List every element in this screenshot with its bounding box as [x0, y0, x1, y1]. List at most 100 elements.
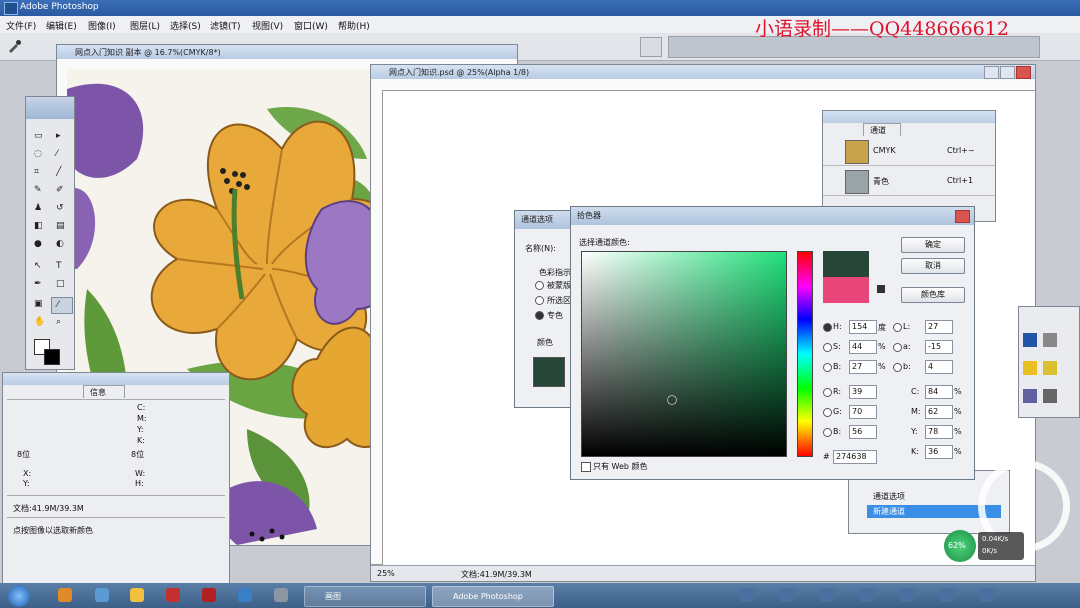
start-button-icon[interactable]	[8, 585, 30, 607]
hand-tool-icon[interactable]: ✋	[29, 315, 49, 330]
radio-blue[interactable]	[823, 428, 832, 437]
move-tool-icon[interactable]: ▸	[51, 129, 71, 144]
radio-b[interactable]	[823, 363, 832, 372]
slice-tool-icon[interactable]: ╱	[51, 165, 71, 180]
zoom-level[interactable]: 25%	[377, 569, 395, 578]
color-cursor[interactable]	[667, 395, 677, 405]
radio-s[interactable]	[823, 343, 832, 352]
current-color-swatch[interactable]	[823, 277, 869, 303]
taskbar-task-paint[interactable]: 画图	[304, 586, 426, 607]
s-field[interactable]: 44	[849, 340, 877, 354]
h-field[interactable]: 154	[849, 320, 877, 334]
c-field[interactable]: 84	[925, 385, 953, 399]
radio-r[interactable]	[823, 388, 832, 397]
gradient-tool-icon[interactable]: ▤	[51, 219, 71, 234]
history-brush-icon[interactable]: ↺	[51, 201, 71, 216]
tray-icon[interactable]	[820, 588, 834, 602]
menu-image[interactable]: 图像(I)	[88, 19, 116, 32]
channels-tab[interactable]: 通道	[863, 123, 901, 136]
menu-edit[interactable]: 编辑(E)	[46, 19, 77, 32]
swatch-icon[interactable]	[1043, 389, 1057, 403]
close-button[interactable]	[1016, 66, 1031, 79]
b-field[interactable]: 27	[849, 360, 877, 374]
color-picker-close-button[interactable]	[955, 210, 970, 223]
taskbar-app-icon[interactable]	[166, 588, 180, 602]
menu-window[interactable]: 窗口(W)	[294, 19, 328, 32]
a-field[interactable]: -15	[925, 340, 953, 354]
tray-icon[interactable]	[980, 588, 994, 602]
l-field[interactable]: 27	[925, 320, 953, 334]
menu-item-channel-options[interactable]: 通道选项	[873, 491, 905, 502]
lasso-tool-icon[interactable]: ◌	[29, 147, 49, 162]
radio-spot-color[interactable]	[535, 311, 544, 320]
channel-row[interactable]: CMYK Ctrl+~	[823, 137, 995, 166]
background-color-swatch[interactable]	[44, 349, 60, 365]
menu-help[interactable]: 帮助(H)	[338, 19, 370, 32]
menu-select[interactable]: 选择(S)	[170, 19, 201, 32]
taskbar-app-icon[interactable]	[202, 588, 216, 602]
web-only-checkbox[interactable]	[581, 462, 591, 472]
channel-row[interactable]: 青色 Ctrl+1	[823, 167, 995, 196]
channel-color-swatch[interactable]	[533, 357, 565, 387]
document-title-bar[interactable]: 网点入门知识 副本 @ 16.7%(CMYK/8*)	[57, 45, 517, 59]
channels-panel-header[interactable]	[823, 111, 995, 123]
eyedropper-icon[interactable]	[6, 38, 22, 54]
brushes-palette-icon[interactable]	[640, 37, 662, 57]
notes-tool-icon[interactable]: ▣	[29, 297, 49, 312]
hex-field[interactable]: 274638	[833, 450, 877, 464]
swatch-icon[interactable]	[1043, 361, 1057, 375]
radio-g[interactable]	[823, 408, 832, 417]
radio-a[interactable]	[893, 343, 902, 352]
taskbar-app-icon[interactable]	[95, 588, 109, 602]
shape-tool-icon[interactable]: □	[51, 277, 71, 292]
blur-tool-icon[interactable]: ●	[29, 237, 49, 252]
radio-l[interactable]	[893, 323, 902, 332]
info-panel-header[interactable]	[3, 373, 229, 385]
minimize-button[interactable]	[984, 66, 999, 79]
gamut-warning-icon[interactable]	[877, 285, 885, 293]
k-field[interactable]: 36	[925, 445, 953, 459]
swatch-icon[interactable]	[1023, 389, 1037, 403]
tray-icon[interactable]	[860, 588, 874, 602]
menu-layer[interactable]: 图层(L)	[130, 19, 160, 32]
crop-tool-icon[interactable]: ⌗	[29, 165, 49, 180]
swatch-icon[interactable]	[1023, 361, 1037, 375]
dodge-tool-icon[interactable]: ◐	[51, 237, 71, 252]
radio-h[interactable]	[823, 323, 832, 332]
taskbar-app-icon[interactable]	[238, 588, 252, 602]
info-tab[interactable]: 信息	[83, 385, 125, 398]
taskbar-app-icon[interactable]	[274, 588, 288, 602]
menu-filter[interactable]: 滤镜(T)	[210, 19, 241, 32]
zoom-tool-icon[interactable]: ⌕	[51, 315, 71, 330]
pencil-tool-icon[interactable]: ✐	[51, 183, 71, 198]
type-tool-icon[interactable]: T	[51, 259, 71, 274]
swatch-icon[interactable]	[1023, 333, 1037, 347]
path-select-icon[interactable]: ↖	[29, 259, 49, 274]
color-field[interactable]	[581, 251, 787, 457]
pen-tool-icon[interactable]: ✒	[29, 277, 49, 292]
tray-icon[interactable]	[780, 588, 794, 602]
taskbar-app-icon[interactable]	[130, 588, 144, 602]
ok-button[interactable]: 确定	[901, 237, 965, 253]
eyedropper-tool-icon[interactable]: ⁄	[51, 297, 73, 314]
marquee-tool-icon[interactable]: ▭	[29, 129, 49, 144]
lab-b-field[interactable]: 4	[925, 360, 953, 374]
stamp-tool-icon[interactable]: ♟	[29, 201, 49, 216]
tray-icon[interactable]	[900, 588, 914, 602]
tray-icon[interactable]	[740, 588, 754, 602]
cancel-button[interactable]: 取消	[901, 258, 965, 274]
radio-masked-areas[interactable]	[535, 281, 544, 290]
magic-wand-icon[interactable]: ⁄	[51, 147, 71, 162]
m-field[interactable]: 62	[925, 405, 953, 419]
r-field[interactable]: 39	[849, 385, 877, 399]
document-title-bar-2[interactable]: 网点入门知识.psd @ 25%(Alpha 1/8)	[371, 65, 1035, 79]
network-ball[interactable]: 62%	[944, 530, 976, 562]
maximize-button[interactable]	[1000, 66, 1015, 79]
blue-field[interactable]: 56	[849, 425, 877, 439]
g-field[interactable]: 70	[849, 405, 877, 419]
menu-file[interactable]: 文件(F)	[6, 19, 36, 32]
color-libraries-button[interactable]: 颜色库	[901, 287, 965, 303]
radio-lab-b[interactable]	[893, 363, 902, 372]
toolbox-header[interactable]	[26, 97, 74, 119]
menu-view[interactable]: 视图(V)	[252, 19, 283, 32]
